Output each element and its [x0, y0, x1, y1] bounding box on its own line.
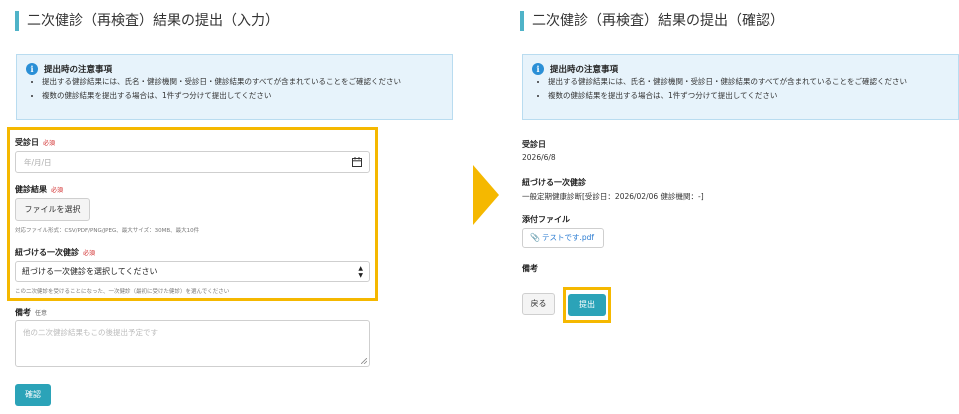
visit-date-input[interactable]: 年/月/日: [15, 151, 370, 173]
back-button[interactable]: 戻る: [522, 293, 555, 315]
submit-button[interactable]: 提出: [568, 294, 606, 316]
result-file-label-text: 健診結果: [15, 185, 47, 194]
resize-handle-icon[interactable]: [361, 358, 367, 364]
linked-exam-label: 紐づける一次健診: [522, 178, 586, 187]
linked-exam-selected: 紐づける一次健診を選択してください: [22, 267, 158, 276]
remarks-label: 備考 任意: [15, 307, 47, 318]
result-file-label: 健診結果 必須: [15, 184, 63, 195]
required-badge: 必須: [51, 187, 64, 194]
info-icon: i: [26, 63, 38, 75]
notice-heading: i 提出時の注意事項: [532, 63, 618, 75]
linked-exam-select[interactable]: 紐づける一次健診を選択してください ▲ ▼: [15, 261, 370, 282]
notice-heading: i 提出時の注意事項: [26, 63, 112, 75]
visit-date-label: 受診日 必須: [15, 137, 55, 148]
attachment-file-name: テストです.pdf: [541, 233, 595, 242]
linked-exam-hint: この二次健診を受けることになった、一次健診（最初に受けた健診）を選んでください: [15, 289, 230, 295]
notice-heading-text: 提出時の注意事項: [550, 65, 619, 75]
required-badge: 必須: [43, 140, 56, 147]
arrow-right-icon: [473, 165, 499, 225]
notice-heading-text: 提出時の注意事項: [44, 65, 113, 75]
calendar-icon[interactable]: [352, 157, 362, 167]
linked-exam-label-text: 紐づける一次健診: [15, 248, 79, 257]
page-title: 二次健診（再検査）結果の提出（確認）: [520, 11, 784, 31]
confirm-panel: 二次健診（再検査）結果の提出（確認） i 提出時の注意事項 提出する健診結果には…: [510, 0, 959, 414]
visit-date-value: 2026/6/8: [522, 153, 556, 162]
required-badge: 必須: [83, 250, 96, 257]
remarks-textarea[interactable]: 他の二次健診結果もこの後提出予定です: [15, 320, 370, 367]
file-format-hint: 対応ファイル形式：CSV/PDF/PNG/JPEG、最大サイズ：30MB、最大1…: [15, 228, 200, 234]
notice-list: 提出する健診結果には、氏名・健診機関・受診日・健診結果のすべてが含まれていること…: [29, 75, 401, 103]
notice-item: 複数の健診結果を提出する場合は、1件ずつ分けて提出してください: [548, 89, 907, 103]
select-arrows-icon: ▲ ▼: [358, 265, 363, 279]
remarks-placeholder: 他の二次健診結果もこの後提出予定です: [23, 328, 158, 337]
notice-item: 提出する健診結果には、氏名・健診機関・受診日・健診結果のすべてが含まれていること…: [42, 75, 401, 89]
notice-item: 提出する健診結果には、氏名・健診機関・受診日・健診結果のすべてが含まれていること…: [548, 75, 907, 89]
remarks-label: 備考: [522, 264, 538, 273]
visit-date-label-text: 受診日: [15, 138, 39, 147]
notice-box: i 提出時の注意事項 提出する健診結果には、氏名・健診機関・受診日・健診結果のす…: [16, 54, 453, 120]
paperclip-icon: 📎: [530, 233, 540, 242]
remarks-label-text: 備考: [15, 308, 31, 317]
choose-file-button[interactable]: ファイルを選択: [15, 198, 90, 221]
linked-exam-label: 紐づける一次健診 必須: [15, 247, 95, 258]
input-panel: 二次健診（再検査）結果の提出（入力） i 提出時の注意事項 提出する健診結果には…: [0, 0, 455, 414]
attachment-label: 添付ファイル: [522, 215, 570, 224]
linked-exam-value: 一般定期健康診断[受診日：2026/02/06 健診機関：-]: [522, 192, 704, 201]
notice-list: 提出する健診結果には、氏名・健診機関・受診日・健診結果のすべてが含まれていること…: [535, 75, 907, 103]
optional-badge: 任意: [35, 310, 48, 317]
visit-date-label: 受診日: [522, 140, 546, 149]
attachment-link[interactable]: 📎 テストです.pdf: [522, 228, 604, 248]
info-icon: i: [532, 63, 544, 75]
notice-box: i 提出時の注意事項 提出する健診結果には、氏名・健診機関・受診日・健診結果のす…: [522, 54, 959, 120]
visit-date-placeholder: 年/月/日: [24, 158, 52, 167]
page-title: 二次健診（再検査）結果の提出（入力）: [15, 11, 279, 31]
confirm-button[interactable]: 確認: [15, 384, 51, 406]
notice-item: 複数の健診結果を提出する場合は、1件ずつ分けて提出してください: [42, 89, 401, 103]
